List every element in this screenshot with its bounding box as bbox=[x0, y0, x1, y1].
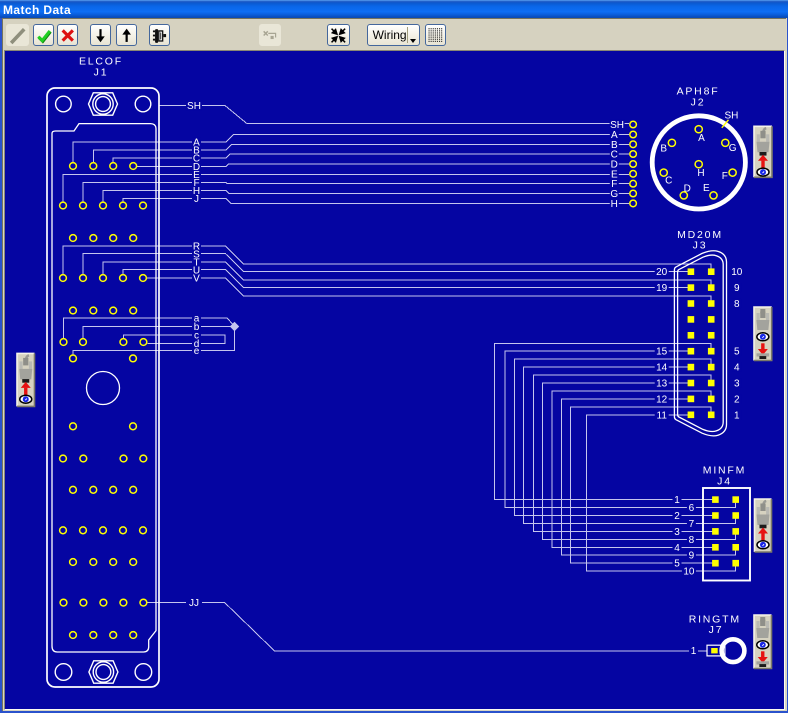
svg-text:12: 12 bbox=[656, 394, 668, 405]
svg-text:F: F bbox=[722, 171, 728, 182]
svg-text:A: A bbox=[698, 133, 705, 144]
svg-text:13: 13 bbox=[656, 379, 668, 390]
svg-text:e: e bbox=[194, 346, 200, 357]
svg-text:7: 7 bbox=[689, 519, 695, 530]
svg-text:V: V bbox=[193, 274, 200, 285]
svg-text:1: 1 bbox=[674, 495, 680, 506]
svg-text:J2: J2 bbox=[691, 97, 706, 109]
svg-text:JJ: JJ bbox=[189, 598, 199, 609]
svg-text:J: J bbox=[194, 194, 199, 205]
svg-text:10: 10 bbox=[731, 267, 743, 278]
svg-text:3: 3 bbox=[734, 379, 740, 390]
svg-text:5: 5 bbox=[734, 347, 740, 358]
svg-text:14: 14 bbox=[656, 363, 668, 374]
svg-text:15: 15 bbox=[656, 347, 668, 358]
svg-text:J1: J1 bbox=[94, 67, 109, 79]
svg-text:3: 3 bbox=[674, 527, 680, 538]
svg-text:H: H bbox=[697, 168, 704, 179]
svg-text:4: 4 bbox=[674, 543, 680, 554]
svg-text:8: 8 bbox=[689, 535, 695, 546]
svg-text:J4: J4 bbox=[717, 476, 732, 488]
svg-text:J7: J7 bbox=[709, 624, 724, 636]
svg-text:8: 8 bbox=[734, 299, 740, 310]
svg-text:19: 19 bbox=[656, 283, 668, 294]
svg-text:5: 5 bbox=[674, 559, 680, 570]
svg-text:9: 9 bbox=[734, 283, 740, 294]
svg-text:G: G bbox=[729, 143, 737, 154]
svg-text:B: B bbox=[660, 144, 667, 155]
svg-text:D: D bbox=[684, 183, 691, 194]
svg-text:4: 4 bbox=[734, 363, 740, 374]
svg-text:9: 9 bbox=[689, 551, 695, 562]
svg-text:1: 1 bbox=[691, 646, 697, 657]
svg-text:H: H bbox=[611, 199, 618, 210]
svg-text:6: 6 bbox=[689, 503, 695, 514]
svg-text:10: 10 bbox=[683, 567, 695, 578]
svg-text:E: E bbox=[703, 183, 710, 194]
svg-text:C: C bbox=[665, 176, 672, 187]
svg-text:J3: J3 bbox=[693, 240, 708, 252]
svg-text:11: 11 bbox=[657, 410, 668, 421]
svg-text:SH: SH bbox=[724, 111, 738, 122]
svg-text:2: 2 bbox=[674, 511, 680, 522]
svg-text:20: 20 bbox=[656, 267, 668, 278]
svg-text:2: 2 bbox=[734, 394, 740, 405]
svg-text:1: 1 bbox=[734, 410, 740, 421]
svg-text:SH: SH bbox=[187, 101, 201, 112]
